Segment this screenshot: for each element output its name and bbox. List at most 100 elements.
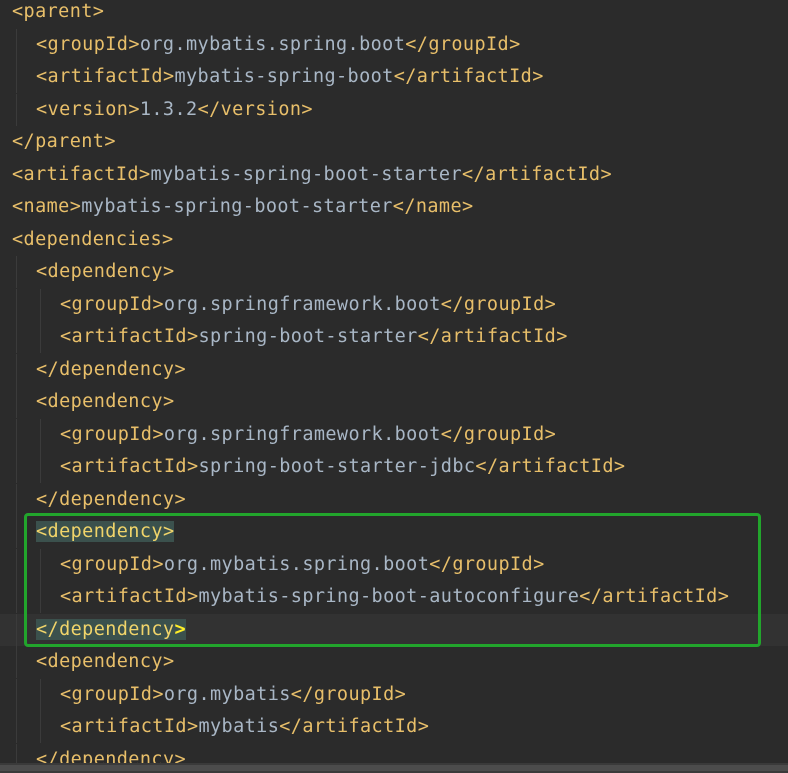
- tag-open-bracket: <: [36, 651, 48, 672]
- tag-name: dependency: [59, 618, 175, 640]
- tag-name: groupId: [463, 293, 545, 315]
- tag-open-bracket: </: [197, 98, 221, 120]
- tag-name: dependency: [59, 358, 175, 380]
- code-line[interactable]: <groupId>org.mybatis.spring.boot</groupI…: [0, 548, 788, 581]
- code-line[interactable]: <name>mybatis-spring-boot-starter</name>: [0, 191, 788, 223]
- tag-name: dependency: [47, 651, 163, 672]
- tag-close-bracket: >: [174, 618, 187, 640]
- code-line[interactable]: <groupId>org.mybatis</groupId>: [0, 678, 788, 711]
- tag-close-bracket: >: [600, 163, 613, 185]
- horizontal-scrollbar[interactable]: [0, 763, 788, 773]
- code-line-content: <dependencies>: [12, 224, 174, 256]
- tag-close-bracket: >: [162, 66, 175, 87]
- tag-name: groupId: [463, 423, 545, 445]
- tag-value: org.mybatis.spring.boot: [163, 553, 430, 575]
- code-line[interactable]: <artifactId>mybatis</artifactId>: [0, 711, 788, 743]
- code-line-content: <dependency>: [36, 386, 174, 418]
- indent-guide: [40, 581, 41, 613]
- code-line[interactable]: <dependency>: [0, 646, 788, 678]
- code-line-content: <groupId>org.springframework.boot</group…: [60, 419, 556, 451]
- code-line[interactable]: <artifactId>mybatis-spring-boot-autoconf…: [0, 581, 788, 613]
- tag-close-bracket: >: [174, 358, 187, 380]
- tag-value: mybatis-spring-boot-starter: [81, 196, 393, 217]
- code-line[interactable]: </dependency>: [0, 353, 788, 386]
- code-line[interactable]: <artifactId>spring-boot-starter</artifac…: [0, 321, 788, 353]
- tag-open-bracket: </: [405, 33, 429, 55]
- tag-value: mybatis: [198, 716, 280, 737]
- tag-close-bracket: >: [162, 521, 175, 542]
- indent-guide: [16, 418, 17, 451]
- code-line[interactable]: <groupId>org.mybatis.spring.boot</groupI…: [0, 28, 788, 61]
- tag-value: mybatis-spring-boot-starter: [150, 163, 463, 185]
- code-line[interactable]: <artifactId>mybatis-spring-boot</artifac…: [0, 61, 788, 93]
- code-line-content: <artifactId>mybatis-spring-boot-autoconf…: [60, 581, 729, 613]
- matched-tag: </dependency>: [36, 618, 187, 640]
- horizontal-scrollbar-thumb[interactable]: [0, 765, 788, 771]
- tag-open-bracket: </: [417, 326, 441, 347]
- tag-name: version: [220, 98, 302, 120]
- indent-guide: [16, 678, 17, 711]
- tag-name: artifactId: [71, 456, 187, 477]
- tag-close-bracket: >: [301, 98, 313, 120]
- tag-close-bracket: >: [186, 716, 199, 737]
- tag-open-bracket: <: [36, 66, 48, 87]
- tag-open-bracket: <: [12, 196, 24, 217]
- code-line[interactable]: <dependency>: [0, 516, 788, 548]
- code-line[interactable]: <dependencies>: [0, 224, 788, 256]
- code-line-content: </dependency>: [36, 484, 186, 516]
- indent-guide: [16, 581, 17, 613]
- code-line[interactable]: <groupId>org.springframework.boot</group…: [0, 288, 788, 321]
- tag-open-bracket: </: [36, 618, 60, 640]
- tag-close-bracket: >: [152, 423, 164, 445]
- tag-open-bracket: <: [12, 228, 24, 250]
- code-line-content: <dependency>: [36, 516, 175, 548]
- tag-name: artifactId: [416, 66, 533, 87]
- code-line[interactable]: <parent>: [0, 0, 788, 28]
- tag-close-bracket: >: [462, 196, 474, 217]
- tag-open-bracket: </: [440, 293, 464, 315]
- code-line[interactable]: </dependency>: [0, 483, 788, 516]
- code-line-content: <parent>: [12, 0, 104, 28]
- tag-name: name: [23, 196, 70, 217]
- tag-open-bracket: </: [290, 683, 314, 705]
- code-line-content: <dependency>: [36, 646, 174, 678]
- tag-open-bracket: <: [60, 586, 72, 607]
- tag-close-bracket: >: [174, 488, 187, 510]
- code-line[interactable]: </parent>: [0, 126, 788, 158]
- tag-close-bracket: >: [104, 131, 116, 152]
- tag-close-bracket: >: [532, 66, 544, 87]
- tag-open-bracket: <: [36, 521, 48, 542]
- tag-open-bracket: </: [429, 553, 453, 575]
- tag-name: groupId: [428, 33, 510, 55]
- code-line[interactable]: <dependency>: [0, 386, 788, 418]
- tag-name: artifactId: [71, 716, 187, 737]
- tag-close-bracket: >: [162, 651, 175, 672]
- tag-open-bracket: </: [36, 358, 60, 380]
- tag-name: version: [47, 98, 129, 120]
- code-line-content: <groupId>org.mybatis</groupId>: [60, 679, 406, 711]
- code-line-content: <dependency>: [36, 256, 174, 288]
- code-line[interactable]: <groupId>org.springframework.boot</group…: [0, 418, 788, 451]
- indent-guide: [16, 711, 17, 743]
- indent-guide: [40, 548, 41, 581]
- code-line-content: </parent>: [12, 126, 116, 158]
- code-editor[interactable]: <parent> <groupId>org.mybatis.spring.boot…: [0, 0, 788, 773]
- tag-open-bracket: <: [36, 391, 48, 412]
- tag-open-bracket: </: [279, 716, 303, 737]
- tag-name: name: [415, 196, 463, 217]
- tag-close-bracket: >: [128, 33, 140, 55]
- indent-guide: [16, 353, 17, 386]
- tag-open-bracket: <: [60, 326, 72, 347]
- code-line[interactable]: <dependency>: [0, 256, 788, 288]
- tag-open-bracket: </: [475, 456, 499, 477]
- tag-close-bracket: >: [186, 326, 199, 347]
- code-line[interactable]: <artifactId>mybatis-spring-boot-starter<…: [0, 159, 788, 191]
- tag-name: dependency: [59, 488, 175, 510]
- code-line[interactable]: </dependency>: [0, 613, 788, 646]
- tag-close-bracket: >: [186, 456, 199, 477]
- code-line[interactable]: <artifactId>spring-boot-starter-jdbc</ar…: [0, 451, 788, 483]
- indent-guide: [40, 321, 41, 353]
- code-line[interactable]: <version>1.3.2</version>: [0, 93, 788, 126]
- tag-open-bracket: <: [36, 33, 48, 55]
- indent-guide: [40, 288, 41, 321]
